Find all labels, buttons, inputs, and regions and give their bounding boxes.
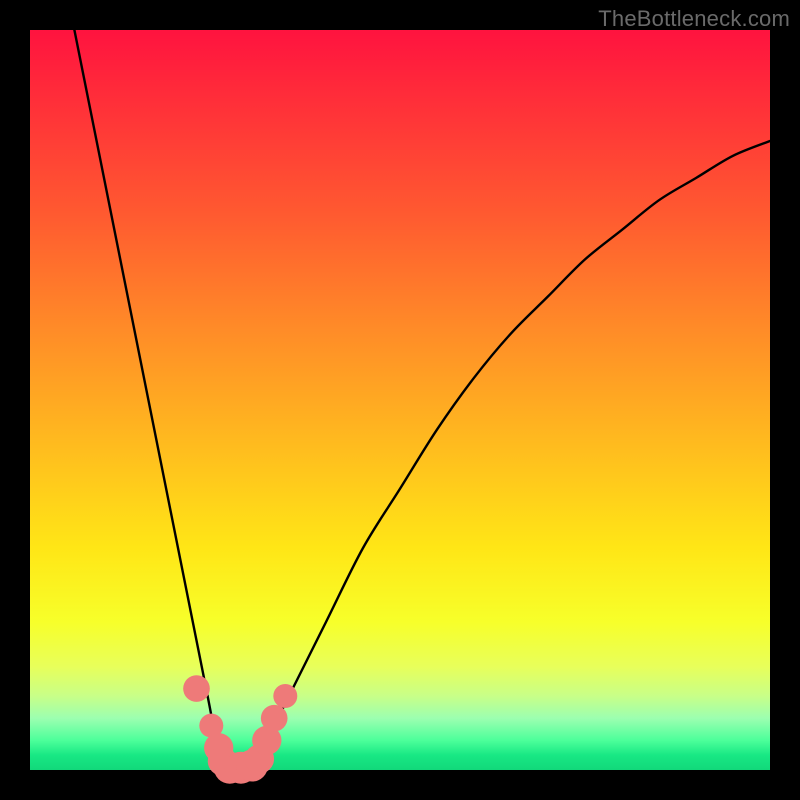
chart-frame: TheBottleneck.com — [0, 0, 800, 800]
watermark-label: TheBottleneck.com — [598, 6, 790, 32]
curve-marker — [183, 675, 210, 702]
curve-markers — [183, 675, 297, 783]
curve-marker — [273, 684, 297, 708]
curve-marker — [261, 705, 288, 732]
chart-plot-area — [30, 30, 770, 770]
bottleneck-curve — [74, 30, 770, 771]
chart-svg — [30, 30, 770, 770]
